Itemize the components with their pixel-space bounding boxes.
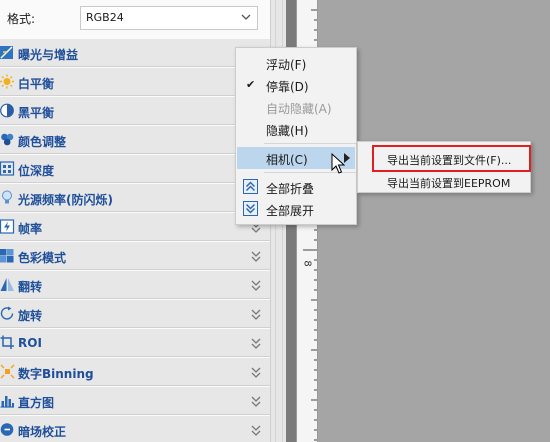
color-mode-icon (0, 249, 14, 263)
binning-icon (0, 364, 15, 379)
section-flip[interactable]: 翻转 (0, 270, 270, 299)
section-histogram[interactable]: 直方图 (0, 386, 270, 415)
section-title: 颜色调整 (18, 135, 67, 149)
color-adjust-icon (1, 133, 14, 146)
chevron-down-icon (241, 14, 251, 20)
menu-item-float[interactable]: 浮动(F) (237, 52, 355, 74)
expand-all-icon (243, 201, 258, 216)
dark-field-icon (0, 423, 14, 436)
histogram-icon (0, 396, 14, 408)
section-title: 翻转 (18, 280, 43, 294)
menu-item-label: 导出当前设置到EEPROM (387, 177, 511, 190)
section-rotate[interactable]: 旋转 (0, 299, 270, 328)
section-binning[interactable]: 数字Binning (0, 357, 270, 386)
flip-icon (0, 278, 14, 291)
expand-icon (251, 338, 261, 349)
menu-item-export-to-eeprom[interactable]: 导出当前设置到EEPROM (359, 171, 529, 193)
section-frame-rate[interactable]: 帧率 (0, 212, 270, 241)
section-white-balance[interactable]: 白平衡 (0, 67, 270, 96)
section-black-balance[interactable]: 黑平衡 (0, 96, 270, 125)
menu-item-hide[interactable]: 隐藏(H) (237, 118, 355, 140)
section-title: 数字Binning (18, 367, 94, 381)
section-title: 光源频率(防闪烁) (18, 193, 113, 207)
expand-icon (251, 396, 261, 407)
menu-separator (264, 143, 356, 144)
format-select[interactable]: RGB24 (80, 6, 258, 30)
section-title: 白平衡 (18, 77, 55, 91)
section-color-mode[interactable]: 色彩模式 (0, 241, 270, 270)
black-balance-icon (0, 103, 14, 118)
menu-item-auto-hide: 自动隐藏(A) (237, 96, 355, 118)
ruler-label: 8 (301, 260, 313, 267)
section-light-frequency[interactable]: 光源频率(防闪烁) (0, 183, 270, 212)
section-roi[interactable]: ROI (0, 328, 270, 357)
rotate-icon (0, 306, 14, 320)
expand-icon (251, 309, 261, 320)
section-title: 色彩模式 (18, 251, 67, 265)
exposure-gain-icon (0, 46, 13, 59)
section-title: 帧率 (18, 222, 43, 236)
expand-icon (251, 280, 261, 291)
expand-icon (251, 367, 261, 378)
menu-item-label: 全部展开 (266, 204, 315, 218)
frame-rate-icon (0, 219, 15, 234)
menu-item-dock[interactable]: ✔ 停靠(D) (237, 74, 355, 96)
menu-item-label: 停靠(D) (266, 80, 309, 94)
annotation-highlight-box (372, 145, 531, 172)
roi-icon (0, 335, 14, 349)
section-title: 直方图 (18, 396, 55, 410)
format-value: RGB24 (86, 11, 124, 24)
section-bit-depth[interactable]: 位深度 (0, 154, 270, 183)
format-label: 格式: (7, 12, 36, 26)
format-row: 格式: RGB24 (0, 0, 270, 38)
menu-item-label: 隐藏(H) (266, 124, 309, 138)
light-frequency-icon (2, 190, 12, 204)
menu-item-label: 自动隐藏(A) (266, 102, 332, 116)
collapse-all-icon (243, 179, 258, 194)
menu-item-label: 相机(C) (266, 153, 308, 167)
section-color-adjust[interactable]: 颜色调整 (0, 125, 270, 154)
checkmark-icon: ✔ (246, 78, 256, 91)
section-dark-field[interactable]: 暗场校正 (0, 415, 270, 442)
section-title: 位深度 (18, 164, 55, 178)
section-title: ROI (18, 336, 42, 350)
menu-item-expand-all[interactable]: 全部展开 (237, 198, 355, 220)
expand-icon (251, 251, 261, 262)
section-title: 黑平衡 (18, 106, 55, 120)
menu-item-collapse-all[interactable]: 全部折叠 (237, 176, 355, 198)
expand-icon (251, 425, 261, 436)
section-title: 旋转 (18, 309, 43, 323)
bit-depth-icon (0, 161, 15, 176)
section-title: 暗场校正 (18, 425, 67, 439)
mouse-cursor-icon (331, 153, 345, 174)
menu-item-label: 全部折叠 (266, 182, 315, 196)
section-exposure-gain[interactable]: 曝光与增益 (0, 38, 270, 67)
properties-panel: 格式: RGB24 曝光与增益 白平衡 黑平衡 颜色调整 位深度 光源频率(防闪… (0, 0, 270, 442)
menu-item-label: 浮动(F) (266, 58, 307, 72)
section-title: 曝光与增益 (18, 48, 79, 62)
white-balance-icon (0, 74, 14, 89)
context-menu: 浮动(F) ✔ 停靠(D) 自动隐藏(A) 隐藏(H) 相机(C) 全部折叠 全… (235, 47, 357, 225)
